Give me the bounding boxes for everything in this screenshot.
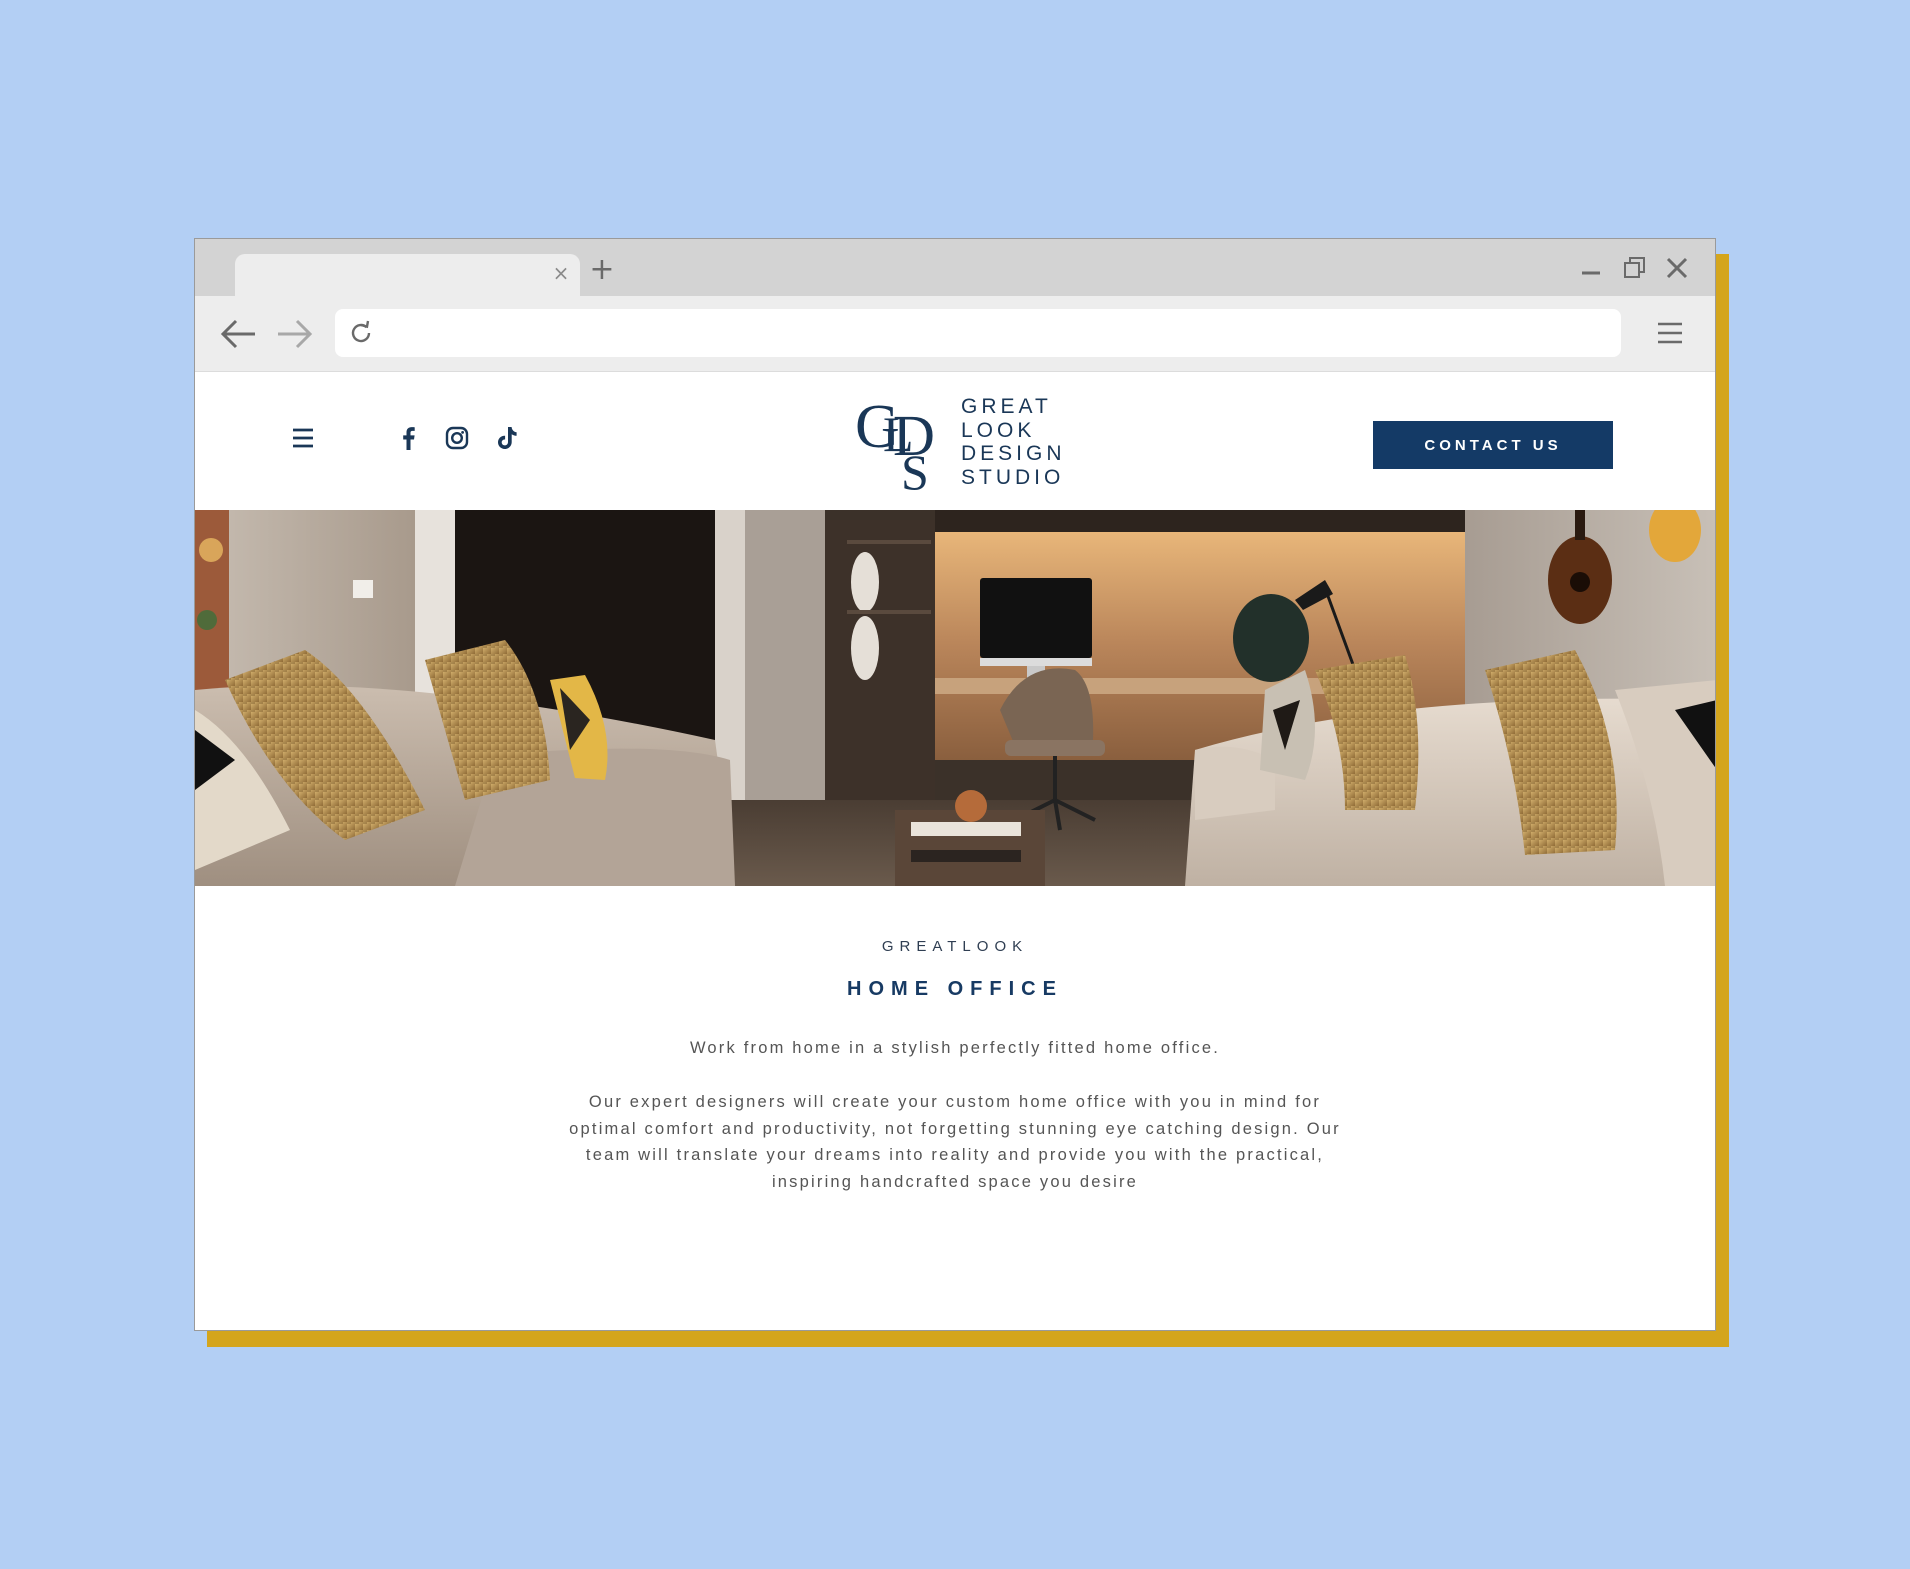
content-section: GREATLOOK HOME OFFICE Work from home in … (195, 886, 1715, 1330)
browser-tab[interactable]: × (235, 254, 580, 296)
logo-wordmark: GREAT LOOK DESIGN STUDIO (961, 395, 1066, 489)
logo-word: DESIGN (961, 442, 1066, 465)
forward-arrow-icon[interactable] (272, 314, 316, 354)
address-bar[interactable] (335, 309, 1621, 357)
instagram-icon[interactable] (443, 424, 471, 452)
reload-icon[interactable] (347, 319, 375, 347)
site-menu-icon[interactable] (291, 427, 315, 449)
restore-icon[interactable] (1618, 251, 1652, 285)
logo-word: LOOK (961, 418, 1036, 442)
new-tab-button[interactable]: + (585, 253, 619, 287)
logo-word: STUDIO (961, 465, 1065, 489)
site-header: G L D S GREAT LOOK DESIGN STUDIO CONTACT… (195, 373, 1715, 510)
logo-word: GREAT (961, 395, 1052, 418)
minimize-icon[interactable] (1574, 251, 1608, 285)
contact-us-button[interactable]: CONTACT US (1373, 421, 1613, 469)
tab-strip: × + (195, 239, 1715, 296)
site-logo[interactable]: G L D S GREAT LOOK DESIGN STUDIO (855, 395, 1065, 495)
section-lead: Work from home in a stylish perfectly fi… (689, 1039, 1221, 1057)
back-arrow-icon[interactable] (217, 314, 261, 354)
tiktok-icon[interactable] (493, 424, 521, 452)
logo-monogram: G L D S (855, 395, 935, 493)
svg-text:S: S (901, 444, 929, 493)
hero-image (195, 510, 1715, 886)
section-body: Our expert designers will create your cu… (569, 1093, 1341, 1191)
section-eyebrow: GREATLOOK (881, 938, 1029, 955)
browser-menu-icon[interactable] (1655, 318, 1685, 348)
browser-toolbar (195, 296, 1715, 372)
browser-window: × + G L D S GREAT LOOK DESIGN STUDIO CON… (194, 238, 1716, 1331)
section-title: HOME OFFICE (847, 978, 1063, 1000)
tab-close-icon[interactable]: × (550, 262, 572, 284)
facebook-icon[interactable] (395, 424, 423, 452)
window-close-icon[interactable] (1660, 251, 1694, 285)
